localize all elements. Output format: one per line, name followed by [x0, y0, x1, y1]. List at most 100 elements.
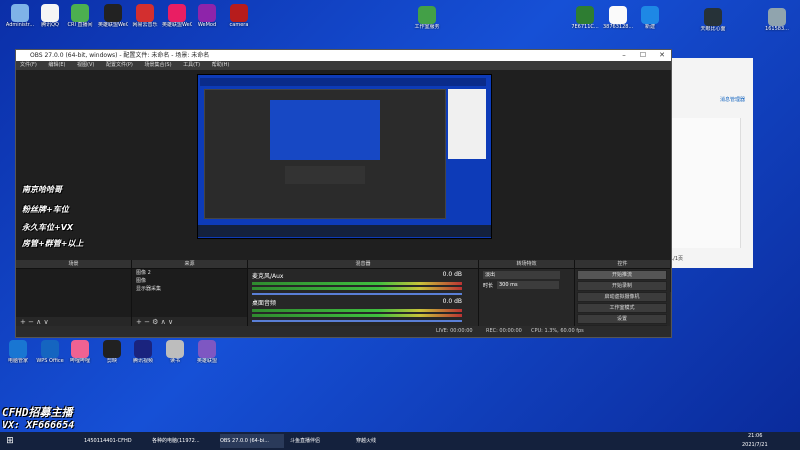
overlay-vx: VX: XF666654: [2, 420, 75, 431]
clock-time[interactable]: 21:06: [748, 432, 762, 441]
overlay-recruit: CFHD招募主播: [2, 406, 73, 419]
preview-nested-screen: [270, 100, 380, 160]
duration-input[interactable]: 300 ms: [497, 281, 559, 289]
desktop-icon-right-2[interactable]: 38763128...: [603, 6, 633, 30]
taskbar: ⊞ 1450114401-CFHD 各种的电脑(11972... OBS 27.…: [0, 432, 800, 450]
studio-mode-button[interactable]: 工作室模式: [577, 303, 667, 313]
transitions-dock: 转场特效 淡出 时长 300 ms: [479, 260, 575, 327]
obs-titlebar: OBS 27.0.0 (64-bit, windows) - 配置文件: 未命名…: [16, 50, 671, 61]
desktop-icon-right-3[interactable]: 新建: [635, 6, 665, 30]
taskbar-item[interactable]: 各种的电脑(11972...: [152, 434, 216, 448]
overlay-line-2: 粉丝牌+车位: [22, 205, 69, 214]
desktop-icon-5[interactable]: 英雄联盟WeGame: [162, 4, 192, 28]
desktop-icon-3[interactable]: 英雄联盟WeGame: [98, 4, 128, 28]
preview-nested-mixer: [285, 166, 365, 184]
overlay-line-1: 南京哈哈哥: [22, 185, 62, 194]
virtual-camera-button[interactable]: 启动虚拟摄像机: [577, 292, 667, 302]
start-icon[interactable]: ⊞: [4, 434, 16, 448]
preview-desktop-capture: [197, 74, 492, 239]
source-item[interactable]: 显示器采集: [132, 285, 247, 293]
mixer-channel-desktop: 桌面音频 0.0 dB: [252, 298, 462, 322]
overlay-line-4: 房管+群管+以上: [22, 239, 84, 248]
desktop-icon-1[interactable]: 腾讯QQ: [35, 4, 65, 28]
maximize-icon[interactable]: ☐: [634, 50, 652, 61]
transition-select[interactable]: 淡出: [483, 271, 560, 279]
desktop-icon-bottom-5[interactable]: 读书: [160, 340, 190, 364]
overlay-line-3: 永久车位+VX: [22, 223, 74, 232]
mixer-channel-mic: 麦克风/Aux 0.0 dB: [252, 271, 462, 295]
menu-profile[interactable]: 配置文件(P): [106, 62, 133, 68]
duration-label: 时长: [483, 283, 494, 289]
mixer-dock: 混音器 麦克风/Aux 0.0 dB 桌面音频 0.0 dB: [248, 260, 479, 327]
preview-taskbar: [198, 225, 491, 237]
channel-name: 麦克风/Aux: [252, 273, 284, 280]
sources-dock: 来源 图像 2 图像 显示器采集 + − ⚙ ∧ ∨: [132, 260, 248, 327]
desktop-icon-4[interactable]: 网易云音乐: [130, 4, 160, 28]
settings-button[interactable]: 设置: [577, 314, 667, 324]
start-recording-button[interactable]: 开始录制: [577, 281, 667, 291]
obs-menubar: 文件(F) 编辑(E) 视图(V) 配置文件(P) 场景集合(S) 工具(T) …: [16, 61, 671, 70]
taskbar-item[interactable]: 穿越火线: [356, 434, 420, 448]
desktop-icon-7[interactable]: camera: [224, 4, 254, 28]
mixer-title: 混音器: [248, 260, 478, 269]
close-icon[interactable]: ✕: [653, 50, 671, 61]
rec-status: REC: 00:00:00: [486, 328, 522, 334]
taskbar-item[interactable]: 1450114401-CFHD: [84, 434, 148, 448]
add-icon[interactable]: + − ∧ ∨: [20, 318, 49, 326]
channel-name: 桌面音频: [252, 300, 277, 307]
taskbar-item-active[interactable]: OBS 27.0.0 (64-bi...: [220, 434, 284, 448]
add-source-icon[interactable]: + − ⚙ ∧ ∨: [136, 318, 173, 326]
desktop-icon-bottom-4[interactable]: 腾讯视频: [128, 340, 158, 364]
chat-title[interactable]: 消息管理器: [720, 96, 745, 103]
preview-icon-row: [200, 78, 486, 86]
menu-view[interactable]: 视图(V): [77, 62, 94, 68]
desktop-icon-bottom-1[interactable]: WPS Office: [35, 340, 65, 364]
clock-date[interactable]: 2021/7/21: [742, 441, 768, 450]
preview-chat-window: [448, 89, 486, 159]
controls-dock: 控件 开始推流 开始录制 启动虚拟摄像机 工作室模式 设置 退出: [575, 260, 670, 335]
desktop-icon-right-1[interactable]: 7E6711C...: [570, 6, 600, 30]
menu-scene-collection[interactable]: 场景集合(S): [144, 62, 171, 68]
desktop-icon-right-5[interactable]: 161583...: [762, 8, 792, 32]
desktop-icon-0[interactable]: Administr...: [5, 4, 35, 28]
volume-meter: [252, 309, 462, 312]
menu-tools[interactable]: 工具(T): [183, 62, 200, 68]
sources-title: 来源: [132, 260, 247, 269]
channel-db: 0.0 dB: [442, 271, 462, 278]
desktop-icon-bottom-6[interactable]: 英雄联盟: [192, 340, 222, 364]
obs-title: OBS 27.0.0 (64-bit, windows) - 配置文件: 未命名…: [30, 52, 210, 59]
volume-meter: [252, 287, 462, 290]
volume-meter: [252, 282, 462, 285]
live-status: LIVE: 00:00:00: [436, 328, 473, 334]
scenes-title: 场景: [16, 260, 131, 269]
scenes-dock: 场景 + − ∧ ∨: [16, 260, 132, 327]
desktop-icon-6[interactable]: WeMod: [192, 4, 222, 28]
taskbar-item[interactable]: 斗鱼直播伴侣: [290, 434, 354, 448]
controls-title: 控件: [575, 260, 670, 269]
source-item[interactable]: 图像 2: [132, 269, 247, 277]
obs-statusbar: LIVE: 00:00:00 REC: 00:00:00 CPU: 1.3%, …: [16, 326, 671, 336]
preview-nested-obs: [204, 89, 446, 219]
chat-window: 消息管理器 1/1页: [665, 58, 753, 268]
obs-preview[interactable]: 属性 滤镜: [16, 70, 671, 305]
volume-slider[interactable]: [252, 293, 462, 295]
menu-file[interactable]: 文件(F): [20, 62, 37, 68]
volume-meter: [252, 314, 462, 317]
cpu-status: CPU: 1.3%, 60.00 fps: [531, 328, 584, 334]
desktop-icon-right-4[interactable]: 天眼比心面: [698, 8, 728, 32]
sources-list: 图像 2 图像 显示器采集: [132, 269, 247, 317]
source-item[interactable]: 图像: [132, 277, 247, 285]
desktop-icon-bottom-3[interactable]: 剪映: [97, 340, 127, 364]
volume-slider[interactable]: [252, 320, 462, 322]
menu-help[interactable]: 帮助(H): [212, 62, 230, 68]
desktop-icon-bottom-2[interactable]: 哔哩哔哩: [65, 340, 95, 364]
desktop-icon-2[interactable]: CRI 直播间: [65, 4, 95, 28]
scenes-list[interactable]: [16, 269, 131, 317]
desktop-icon-bottom-0[interactable]: 电脑管家: [3, 340, 33, 364]
obs-window: OBS 27.0.0 (64-bit, windows) - 配置文件: 未命名…: [15, 49, 672, 338]
transitions-title: 转场特效: [479, 260, 574, 269]
start-streaming-button[interactable]: 开始推流: [577, 270, 667, 280]
menu-edit[interactable]: 编辑(E): [48, 62, 65, 68]
minimize-icon[interactable]: –: [615, 50, 633, 61]
desktop-icon-right-0[interactable]: 工作室服务: [412, 6, 442, 30]
